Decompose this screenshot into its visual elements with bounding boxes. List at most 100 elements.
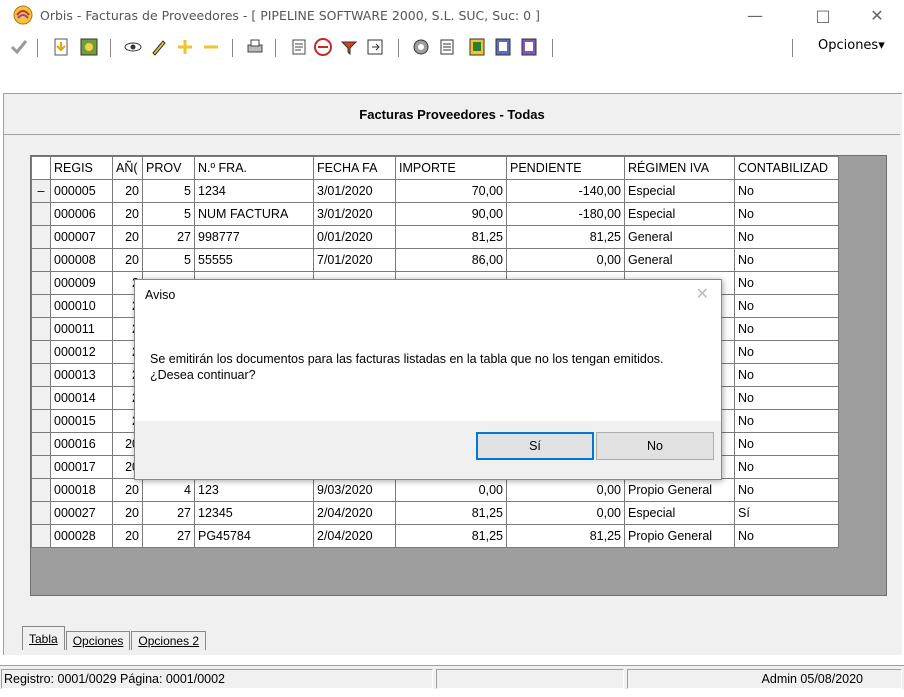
table-row[interactable]: 000028 20 27 PG45784 2/04/2020 81,25 81,25 Prop…	[31, 524, 839, 548]
table-cell[interactable]: 81,25	[506, 524, 625, 548]
check-icon[interactable]	[6, 34, 32, 60]
table-cell[interactable]: 70,00	[395, 179, 507, 203]
table-cell[interactable]: Especial	[624, 501, 735, 525]
tools-icon[interactable]	[408, 34, 434, 60]
table-cell[interactable]: 90,00	[395, 202, 507, 226]
table-cell[interactable]: No	[734, 202, 839, 226]
table-cell[interactable]: 1234	[194, 179, 314, 203]
table-cell[interactable]: 20	[112, 225, 143, 249]
column-header[interactable]: CONTABILIZAD	[734, 156, 839, 180]
table-cell[interactable]: 4	[142, 478, 195, 502]
table-cell[interactable]: 86,00	[395, 248, 507, 272]
table-cell[interactable]: 81,25	[506, 225, 625, 249]
save-icon[interactable]	[76, 34, 102, 60]
table-cell[interactable]: 000016	[50, 432, 113, 456]
table-cell[interactable]: No	[734, 478, 839, 502]
table-cell[interactable]: 000013	[50, 363, 113, 387]
table-cell[interactable]: 000014	[50, 386, 113, 410]
tab-opciones[interactable]: Opciones	[65, 631, 131, 650]
table-cell[interactable]: 2/04/2020	[313, 524, 396, 548]
table-row[interactable]: 000008 20 5 55555 7/01/2020 86,00 0,00 General N…	[31, 248, 839, 272]
view-icon[interactable]	[120, 34, 146, 60]
table-cell[interactable]: 000015	[50, 409, 113, 433]
table-cell[interactable]: 000011	[50, 317, 113, 341]
table-cell[interactable]: No	[734, 225, 839, 249]
table-cell[interactable]: 000009	[50, 271, 113, 295]
add-icon[interactable]	[172, 34, 198, 60]
table-cell[interactable]: 3/01/2020	[313, 179, 396, 203]
column-header[interactable]: IMPORTE	[395, 156, 507, 180]
table-cell[interactable]: 000028	[50, 524, 113, 548]
table-cell[interactable]: No	[734, 271, 839, 295]
tab-tabla[interactable]: Tabla	[22, 626, 65, 650]
table-cell[interactable]: 0,00	[506, 248, 625, 272]
table-cell[interactable]: 55555	[194, 248, 314, 272]
table-cell[interactable]: Especial	[624, 202, 735, 226]
column-header[interactable]: PENDIENTE	[506, 156, 625, 180]
table-cell[interactable]: 000005	[50, 179, 113, 203]
table-cell[interactable]: 7/01/2020	[313, 248, 396, 272]
table-cell[interactable]: No	[734, 432, 839, 456]
table-cell[interactable]: -140,00	[506, 179, 625, 203]
table-row[interactable]: –000005 20 5 1234 3/01/2020 70,00 -140,00 Espec…	[31, 179, 839, 203]
close-icon[interactable]: ✕	[854, 0, 900, 30]
remove-icon[interactable]	[198, 34, 224, 60]
table-cell[interactable]: 998777	[194, 225, 314, 249]
export-icon[interactable]	[362, 34, 388, 60]
table-cell[interactable]: 20	[112, 524, 143, 548]
table-cell[interactable]: 12345	[194, 501, 314, 525]
table-cell[interactable]: 000010	[50, 294, 113, 318]
table-cell[interactable]: No	[734, 340, 839, 364]
table-row[interactable]: 000006 20 5 NUM FACTURA 3/01/2020 90,00 -180,0…	[31, 202, 839, 226]
table-cell[interactable]: No	[734, 248, 839, 272]
table-cell[interactable]: 81,25	[395, 225, 507, 249]
table-cell[interactable]: 27	[142, 501, 195, 525]
table-cell[interactable]: 20	[112, 501, 143, 525]
table-cell[interactable]: 20	[112, 179, 143, 203]
column-header[interactable]: RÉGIMEN IVA	[624, 156, 735, 180]
table-cell[interactable]: 2/04/2020	[313, 501, 396, 525]
minimize-icon[interactable]: —	[732, 0, 778, 30]
table-cell[interactable]: 9/03/2020	[313, 478, 396, 502]
column-header[interactable]: FECHA FA	[313, 156, 396, 180]
table-cell[interactable]: 0,00	[506, 478, 625, 502]
table-cell[interactable]: 81,25	[395, 524, 507, 548]
table-cell[interactable]: General	[624, 225, 735, 249]
table-cell[interactable]: 20	[112, 248, 143, 272]
import-icon[interactable]	[48, 34, 74, 60]
stop-icon[interactable]	[310, 34, 336, 60]
table-cell[interactable]: 27	[142, 225, 195, 249]
table-cell[interactable]: No	[734, 363, 839, 387]
doc-b-icon[interactable]	[490, 34, 516, 60]
table-cell[interactable]: No	[734, 294, 839, 318]
table-cell[interactable]: NUM FACTURA	[194, 202, 314, 226]
table-cell[interactable]: 27	[142, 524, 195, 548]
table-cell[interactable]: 000012	[50, 340, 113, 364]
table-cell[interactable]: No	[734, 455, 839, 479]
table-cell[interactable]: 81,25	[395, 501, 507, 525]
table-row[interactable]: 000018 20 4 123 9/03/2020 0,00 0,00 Propio Gene…	[31, 478, 839, 502]
table-cell[interactable]: Propio General	[624, 478, 735, 502]
table-cell[interactable]: PG45784	[194, 524, 314, 548]
table-cell[interactable]: Propio General	[624, 524, 735, 548]
table-cell[interactable]: 5	[142, 179, 195, 203]
edit-icon[interactable]	[146, 34, 172, 60]
print-icon[interactable]	[242, 34, 268, 60]
table-cell[interactable]: 123	[194, 478, 314, 502]
table-cell[interactable]: -180,00	[506, 202, 625, 226]
column-header[interactable]: REGIS	[50, 156, 113, 180]
table-cell[interactable]: No	[734, 317, 839, 341]
doc-a-icon[interactable]	[464, 34, 490, 60]
table-cell[interactable]: No	[734, 386, 839, 410]
table-cell[interactable]: No	[734, 409, 839, 433]
table-cell[interactable]: Sí	[734, 501, 839, 525]
column-header[interactable]: PROV	[142, 156, 195, 180]
doc-c-icon[interactable]	[516, 34, 542, 60]
report-icon[interactable]	[286, 34, 312, 60]
table-cell[interactable]: No	[734, 524, 839, 548]
table-cell[interactable]: 0,00	[506, 501, 625, 525]
table-cell[interactable]: 000007	[50, 225, 113, 249]
table-cell[interactable]: 5	[142, 202, 195, 226]
list-icon[interactable]	[434, 34, 460, 60]
table-row[interactable]: 000007 20 27 998777 0/01/2020 81,25 81,25 Gener…	[31, 225, 839, 249]
